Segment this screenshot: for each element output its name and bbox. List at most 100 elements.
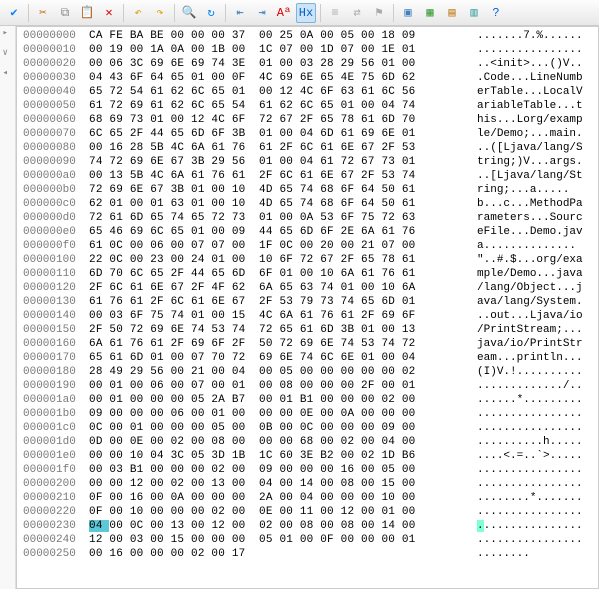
hex-bytes[interactable]: 72 69 6E 67 3B 01 00 10 4D 65 74 68 6F 6… — [89, 183, 477, 197]
panel4-icon[interactable]: ▥ — [464, 3, 484, 23]
gutter-icon-2[interactable]: ◂ — [3, 68, 13, 78]
hex-bytes[interactable]: 00 03 6F 75 74 01 00 15 4C 6A 61 76 61 2… — [89, 309, 477, 323]
hex-row[interactable]: 000001a0 00 01 00 00 00 05 2A B7 00 01 B… — [23, 393, 592, 407]
hex-bytes[interactable]: 68 69 73 01 00 12 4C 6F 72 67 2F 65 78 6… — [89, 113, 477, 127]
gutter-icon-1[interactable]: ∨ — [3, 48, 13, 58]
font-icon[interactable]: Aª — [274, 3, 294, 23]
hex-bytes[interactable]: 00 03 B1 00 00 00 02 00 09 00 00 00 16 0… — [89, 463, 477, 477]
delete-icon[interactable]: ✕ — [99, 3, 119, 23]
hex-bytes[interactable]: 61 76 61 2F 6C 61 6E 67 2F 53 79 73 74 6… — [89, 295, 477, 309]
panel3-icon[interactable]: ▤ — [442, 3, 462, 23]
hex-bytes[interactable]: 0D 00 0E 00 02 00 08 00 00 00 68 00 02 0… — [89, 435, 477, 449]
hex-row[interactable]: 000001b0 09 00 00 00 06 00 01 00 00 00 0… — [23, 407, 592, 421]
hex-bytes[interactable]: 12 00 03 00 15 00 00 00 05 01 00 0F 00 0… — [89, 533, 477, 547]
hex-row[interactable]: 00000140 00 03 6F 75 74 01 00 15 4C 6A 6… — [23, 309, 592, 323]
bookmark-icon[interactable]: ⚑ — [369, 3, 389, 23]
hex-bytes[interactable]: 00 19 00 1A 0A 00 1B 00 1C 07 00 1D 07 0… — [89, 43, 477, 57]
hex-bytes[interactable]: 62 01 00 01 63 01 00 10 4D 65 74 68 6F 6… — [89, 197, 477, 211]
hex-bytes[interactable]: 65 46 69 6C 65 01 00 09 44 65 6D 6F 2E 6… — [89, 225, 477, 239]
hex-bytes[interactable]: 6D 70 6C 65 2F 44 65 6D 6F 01 00 10 6A 6… — [89, 267, 477, 281]
hex-row[interactable]: 00000200 00 00 12 00 02 00 13 00 04 00 1… — [23, 477, 592, 491]
hex-row[interactable]: 000000b0 72 69 6E 67 3B 01 00 10 4D 65 7… — [23, 183, 592, 197]
panel2-icon[interactable]: ▦ — [420, 3, 440, 23]
hex-row[interactable]: 00000010 00 19 00 1A 0A 00 1B 00 1C 07 0… — [23, 43, 592, 57]
hex-bytes[interactable]: 6C 65 2F 44 65 6D 6F 3B 01 00 04 6D 61 6… — [89, 127, 477, 141]
hex-row[interactable]: 00000190 00 01 00 06 00 07 00 01 00 08 0… — [23, 379, 592, 393]
hex-row[interactable]: 00000100 22 0C 00 23 00 24 01 00 10 6F 7… — [23, 253, 592, 267]
hex-bytes[interactable]: 72 61 6D 65 74 65 72 73 01 00 0A 53 6F 7… — [89, 211, 477, 225]
hex-bytes[interactable]: 04 43 6F 64 65 01 00 0F 4C 69 6E 65 4E 7… — [89, 71, 477, 85]
hex-bytes[interactable]: 00 01 00 06 00 07 00 01 00 08 00 00 00 2… — [89, 379, 477, 393]
hex-bytes[interactable]: 00 06 3C 69 6E 69 74 3E 01 00 03 28 29 5… — [89, 57, 477, 71]
paste-icon[interactable]: 📋 — [77, 3, 97, 23]
hex-row[interactable]: 00000240 12 00 03 00 15 00 00 00 05 01 0… — [23, 533, 592, 547]
cut-icon[interactable]: ✂ — [33, 3, 53, 23]
hex-row[interactable]: 000001d0 0D 00 0E 00 02 00 08 00 00 00 6… — [23, 435, 592, 449]
hex-bytes[interactable]: CA FE BA BE 00 00 00 37 00 25 0A 00 05 0… — [89, 29, 477, 43]
panel1-icon[interactable]: ▣ — [398, 3, 418, 23]
wrap-icon[interactable]: ≡ — [325, 3, 345, 23]
hex-bytes[interactable]: 00 00 10 04 3C 05 3D 1B 1C 60 3E B2 00 0… — [89, 449, 477, 463]
hex-bytes[interactable]: 6A 61 76 61 2F 69 6F 2F 50 72 69 6E 74 5… — [89, 337, 477, 351]
hex-row[interactable]: 00000180 28 49 29 56 00 21 00 04 00 05 0… — [23, 365, 592, 379]
hex-row[interactable]: 000001f0 00 03 B1 00 00 00 02 00 09 00 0… — [23, 463, 592, 477]
hex-row[interactable]: 000000a0 00 13 5B 4C 6A 61 76 61 2F 6C 6… — [23, 169, 592, 183]
hex-row[interactable]: 00000210 0F 00 16 00 0A 00 00 00 2A 00 0… — [23, 491, 592, 505]
redo-icon[interactable]: ↷ — [150, 3, 170, 23]
gutter-icon-0[interactable]: ▸ — [3, 28, 13, 38]
hex-bytes[interactable]: 65 61 6D 01 00 07 70 72 69 6E 74 6C 6E 0… — [89, 351, 477, 365]
hex-row[interactable]: 00000050 61 72 69 61 62 6C 65 54 61 62 6… — [23, 99, 592, 113]
hex-bytes[interactable]: 74 72 69 6E 67 3B 29 56 01 00 04 61 72 6… — [89, 155, 477, 169]
find-icon[interactable]: 🔍 — [179, 3, 199, 23]
hex-row[interactable]: 00000250 00 16 00 00 00 02 00 17 .......… — [23, 547, 592, 561]
hex-bytes[interactable]: 0C 00 01 00 00 00 05 00 0B 00 0C 00 00 0… — [89, 421, 477, 435]
hex-view[interactable]: 00000000 CA FE BA BE 00 00 00 37 00 25 0… — [16, 26, 599, 589]
hex-row[interactable]: 00000220 0F 00 10 00 00 00 02 00 0E 00 1… — [23, 505, 592, 519]
hex-bytes[interactable]: 00 00 12 00 02 00 13 00 04 00 14 00 08 0… — [89, 477, 477, 491]
hex-bytes[interactable]: 61 0C 00 06 00 07 07 00 1F 0C 00 20 00 2… — [89, 239, 477, 253]
hex-row[interactable]: 000000e0 65 46 69 6C 65 01 00 09 44 65 6… — [23, 225, 592, 239]
hex-bytes[interactable]: 61 72 69 61 62 6C 65 54 61 62 6C 65 01 0… — [89, 99, 477, 113]
hex-row[interactable]: 00000030 04 43 6F 64 65 01 00 0F 4C 69 6… — [23, 71, 592, 85]
replace-icon[interactable]: ↻ — [201, 3, 221, 23]
hex-row[interactable]: 00000090 74 72 69 6E 67 3B 29 56 01 00 0… — [23, 155, 592, 169]
hex-bytes[interactable]: 04 00 0C 00 13 00 12 00 02 00 08 00 08 0… — [89, 519, 477, 533]
hex-bytes[interactable]: 0F 00 16 00 0A 00 00 00 2A 00 04 00 00 0… — [89, 491, 477, 505]
hex-bytes[interactable]: 09 00 00 00 06 00 01 00 00 00 0E 00 0A 0… — [89, 407, 477, 421]
spellcheck-icon[interactable]: ✔ — [4, 3, 24, 23]
hex-row[interactable]: 00000080 00 16 28 5B 4C 6A 61 76 61 2F 6… — [23, 141, 592, 155]
hex-row[interactable]: 00000150 2F 50 72 69 6E 74 53 74 72 65 6… — [23, 323, 592, 337]
hex-row[interactable]: 00000020 00 06 3C 69 6E 69 74 3E 01 00 0… — [23, 57, 592, 71]
hex-row[interactable]: 00000040 65 72 54 61 62 6C 65 01 00 12 4… — [23, 85, 592, 99]
hex-bytes[interactable]: 65 72 54 61 62 6C 65 01 00 12 4C 6F 63 6… — [89, 85, 477, 99]
hex-row[interactable]: 000000c0 62 01 00 01 63 01 00 10 4D 65 7… — [23, 197, 592, 211]
hex-row[interactable]: 00000110 6D 70 6C 65 2F 44 65 6D 6F 01 0… — [23, 267, 592, 281]
hex-row[interactable]: 000000d0 72 61 6D 65 74 65 72 73 01 00 0… — [23, 211, 592, 225]
hex-bytes[interactable]: 28 49 29 56 00 21 00 04 00 05 00 00 00 0… — [89, 365, 477, 379]
indent-icon[interactable]: ⇥ — [252, 3, 272, 23]
hex-bytes[interactable]: 2F 50 72 69 6E 74 53 74 72 65 61 6D 3B 0… — [89, 323, 477, 337]
hex-bytes[interactable]: 00 16 28 5B 4C 6A 61 76 61 2F 6C 61 6E 6… — [89, 141, 477, 155]
hex-bytes[interactable]: 00 16 00 00 00 02 00 17 — [89, 547, 477, 561]
hex-bytes[interactable]: 00 01 00 00 00 05 2A B7 00 01 B1 00 00 0… — [89, 393, 477, 407]
hex-row[interactable]: 00000120 2F 6C 61 6E 67 2F 4F 62 6A 65 6… — [23, 281, 592, 295]
hex-row[interactable]: 000000f0 61 0C 00 06 00 07 07 00 1F 0C 0… — [23, 239, 592, 253]
copy-icon[interactable]: ⧉ — [55, 3, 75, 23]
hex-icon[interactable]: Hx — [296, 3, 316, 23]
compare-icon[interactable]: ⇄ — [347, 3, 367, 23]
hex-bytes[interactable]: 2F 6C 61 6E 67 2F 4F 62 6A 65 63 74 01 0… — [89, 281, 477, 295]
help-icon[interactable]: ? — [486, 3, 506, 23]
undo-icon[interactable]: ↶ — [128, 3, 148, 23]
hex-row[interactable]: 00000000 CA FE BA BE 00 00 00 37 00 25 0… — [23, 29, 592, 43]
outdent-icon[interactable]: ⇤ — [230, 3, 250, 23]
hex-row[interactable]: 00000170 65 61 6D 01 00 07 70 72 69 6E 7… — [23, 351, 592, 365]
hex-row[interactable]: 000001c0 0C 00 01 00 00 00 05 00 0B 00 0… — [23, 421, 592, 435]
hex-bytes[interactable]: 22 0C 00 23 00 24 01 00 10 6F 72 67 2F 6… — [89, 253, 477, 267]
hex-row[interactable]: 00000130 61 76 61 2F 6C 61 6E 67 2F 53 7… — [23, 295, 592, 309]
hex-row[interactable]: 00000060 68 69 73 01 00 12 4C 6F 72 67 2… — [23, 113, 592, 127]
hex-row[interactable]: 000001e0 00 00 10 04 3C 05 3D 1B 1C 60 3… — [23, 449, 592, 463]
hex-bytes[interactable]: 0F 00 10 00 00 00 02 00 0E 00 11 00 12 0… — [89, 505, 477, 519]
hex-row[interactable]: 00000070 6C 65 2F 44 65 6D 6F 3B 01 00 0… — [23, 127, 592, 141]
hex-row[interactable]: 00000160 6A 61 76 61 2F 69 6F 2F 50 72 6… — [23, 337, 592, 351]
hex-row[interactable]: 00000230 04 00 0C 00 13 00 12 00 02 00 0… — [23, 519, 592, 533]
